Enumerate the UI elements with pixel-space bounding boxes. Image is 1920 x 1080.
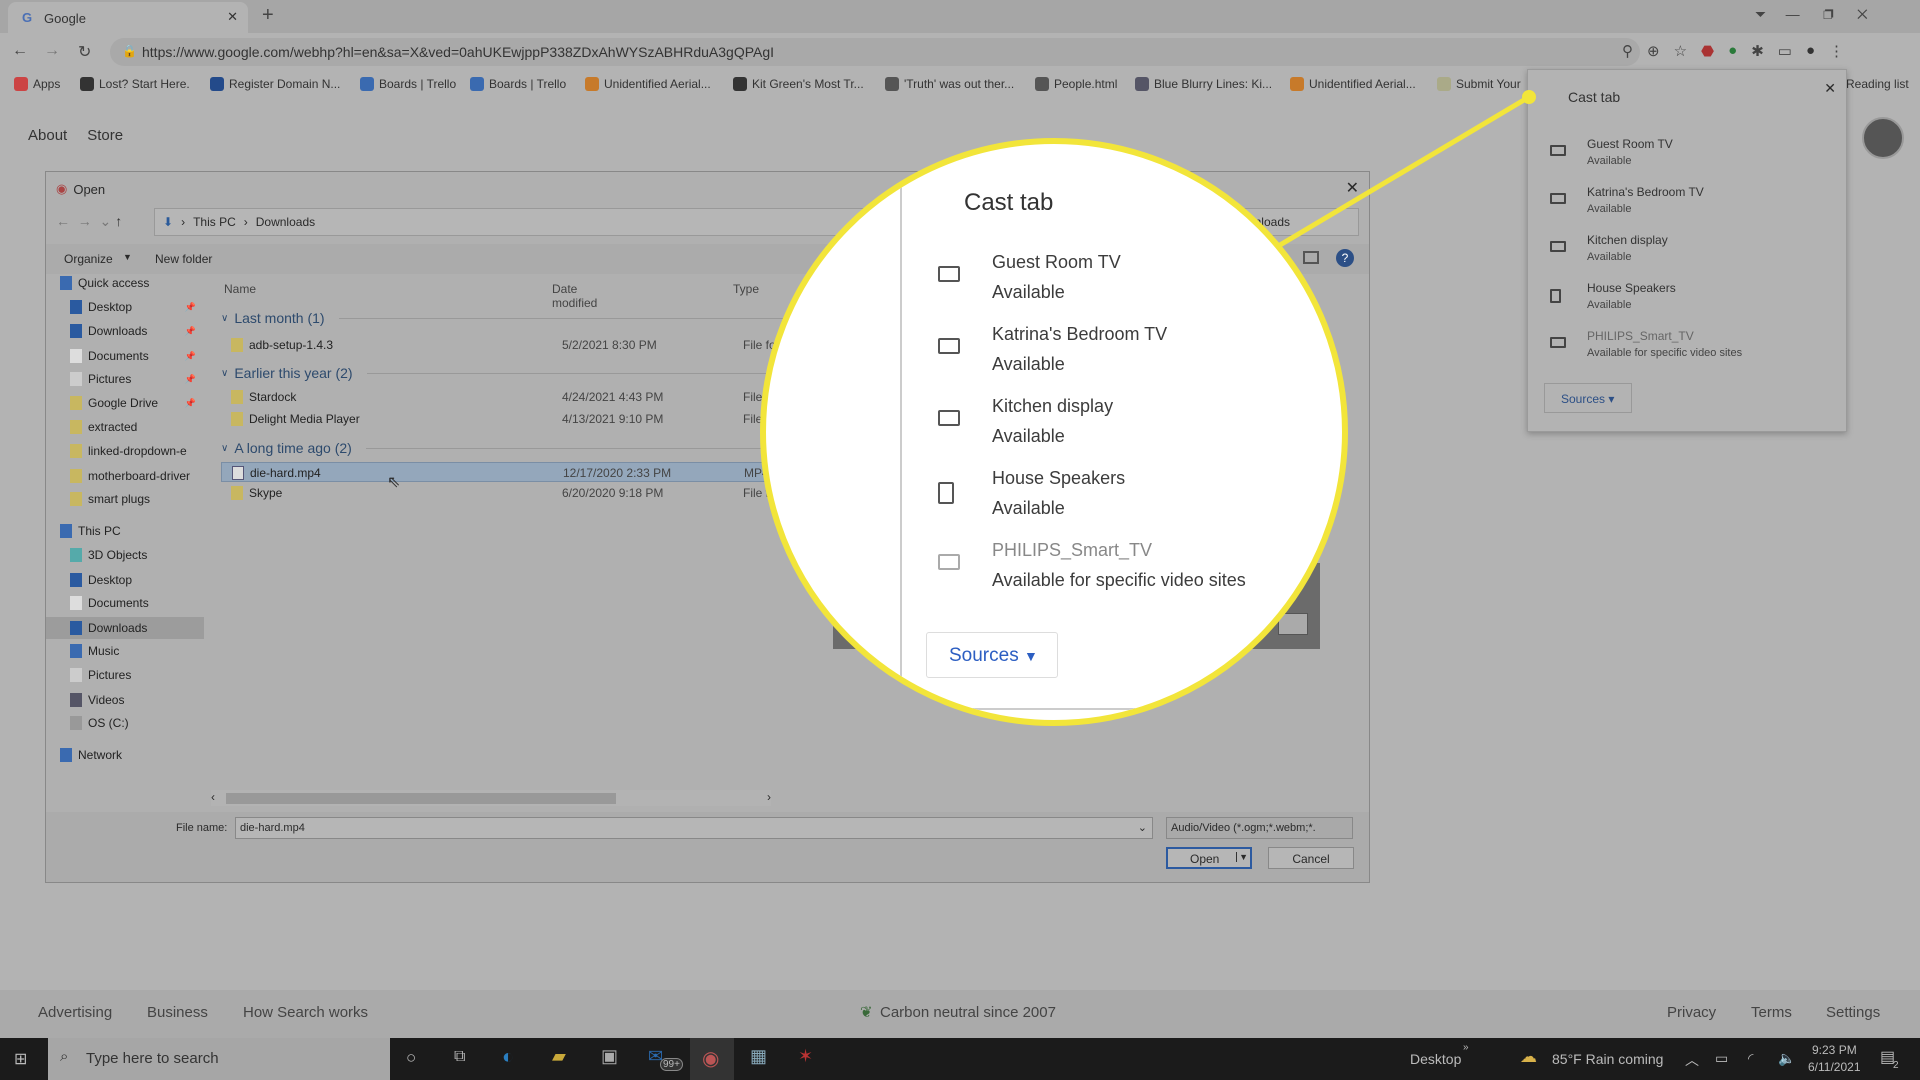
bookmark-label: Lost? Start Here. — [99, 77, 190, 91]
clock-time[interactable]: 9:23 PM — [1812, 1043, 1857, 1057]
device-name: Katrina's Bedroom TV — [992, 324, 1168, 344]
bookmark[interactable]: 'Truth' was out ther... — [885, 70, 1014, 98]
business-link[interactable]: Business — [147, 1004, 208, 1021]
bookmark[interactable]: Unidentified Aerial... — [1290, 70, 1416, 98]
device-name: Kitchen display — [992, 396, 1114, 416]
bookmark-icon — [470, 77, 484, 91]
bookmark-label: Boards | Trello — [379, 77, 457, 91]
taskbar-search[interactable]: ⌕ Type here to search — [48, 1038, 390, 1080]
bookmark-label: Apps — [33, 77, 61, 91]
bookmark-label: People.html — [1054, 77, 1118, 91]
privacy-link[interactable]: Privacy — [1667, 1004, 1716, 1021]
clock-date[interactable]: 6/11/2021 — [1808, 1060, 1861, 1074]
bookmark-icon — [210, 77, 224, 91]
bookmark[interactable]: Lost? Start Here. — [80, 70, 190, 98]
magnified-cast-device[interactable]: House Speakers Available — [938, 468, 1125, 519]
bookmark-icon — [1437, 77, 1451, 91]
bookmark[interactable]: Submit Your — [1437, 70, 1521, 98]
tv-icon — [938, 554, 960, 570]
windows-start-icon[interactable]: ⊞ — [14, 1049, 27, 1069]
magnified-cast-title: Cast tab — [964, 189, 1054, 216]
file-explorer-icon[interactable]: ▰ — [552, 1046, 566, 1067]
bookmark-icon — [585, 77, 599, 91]
notification-count: 2 — [1893, 1060, 1899, 1071]
bookmark-icon — [733, 77, 747, 91]
search-placeholder: Type here to search — [86, 1050, 219, 1067]
bookmark-label: Submit Your — [1456, 77, 1521, 91]
leaf-icon: ❦ — [860, 1004, 873, 1021]
device-status: Available — [992, 354, 1065, 374]
speaker-group-icon — [938, 482, 954, 504]
terms-link[interactable]: Terms — [1751, 1004, 1792, 1021]
volume-muted-icon[interactable]: 🔈 — [1778, 1050, 1795, 1067]
device-status: Available — [992, 282, 1065, 302]
task-view-icon[interactable]: ⧉ — [454, 1048, 465, 1066]
device-name: Guest Room TV — [992, 252, 1121, 272]
bookmark[interactable]: Blue Blurry Lines: Ki... — [1135, 70, 1272, 98]
tray-chevron-icon[interactable]: ︿ — [1685, 1050, 1699, 1070]
device-status: Available — [992, 498, 1065, 518]
advertising-link[interactable]: Advertising — [38, 1004, 112, 1021]
bookmark-label: Register Domain N... — [229, 77, 341, 91]
bookmark-icon — [885, 77, 899, 91]
tv-icon — [938, 338, 960, 354]
bookmark-icon — [360, 77, 374, 91]
tv-icon — [938, 266, 960, 282]
bookmark-icon — [1035, 77, 1049, 91]
bookmark-icon — [80, 77, 94, 91]
magnified-cast-device[interactable]: PHILIPS_Smart_TV Available for specific v… — [938, 540, 1246, 591]
bookmark-icon — [14, 77, 28, 91]
cortana-icon[interactable]: ○ — [406, 1048, 416, 1068]
search-icon: ⌕ — [60, 1048, 69, 1065]
bookmark[interactable]: Unidentified Aerial... — [585, 70, 711, 98]
device-status: Available for specific video sites — [992, 570, 1246, 590]
bookmark[interactable]: People.html — [1035, 70, 1117, 98]
magnified-cast-device[interactable]: Guest Room TV Available — [938, 252, 1121, 303]
bookmark[interactable]: Register Domain N... — [210, 70, 340, 98]
magnified-cast-device[interactable]: Katrina's Bedroom TV Available — [938, 324, 1167, 375]
device-name: PHILIPS_Smart_TV — [992, 540, 1153, 560]
calculator-icon[interactable]: ▦ — [750, 1046, 767, 1067]
desktop-toolbar[interactable]: Desktop — [1410, 1051, 1461, 1067]
settings-link[interactable]: Settings — [1826, 1004, 1880, 1021]
tv-icon — [938, 410, 960, 426]
weather-widget[interactable]: 85°F Rain coming — [1552, 1051, 1663, 1067]
magnified-sources-label: Sources — [949, 645, 1019, 666]
callout-dot — [1522, 90, 1536, 104]
mail-badge: 99+ — [660, 1058, 683, 1071]
bookmark-label: Boards | Trello — [489, 77, 567, 91]
weather-icon: ☁ — [1520, 1047, 1537, 1066]
store-icon[interactable]: ▣ — [601, 1046, 618, 1067]
bookmark-icon — [1290, 77, 1304, 91]
bookmark-label: Kit Green's Most Tr... — [752, 77, 864, 91]
magnified-cast-popup: Cast tab Guest Room TV Available Katrina's… — [760, 138, 1348, 726]
chrome-icon: ◉ — [702, 1048, 720, 1070]
chrome-taskbar-button[interactable]: ◉ — [690, 1038, 734, 1080]
bookmark[interactable]: Boards | Trello — [360, 70, 456, 98]
edge-icon[interactable]: ◐ — [502, 1046, 514, 1069]
magnified-sources-button[interactable]: Sources ▼ — [926, 632, 1058, 678]
bookmark[interactable]: Boards | Trello — [470, 70, 566, 98]
device-name: House Speakers — [992, 468, 1126, 488]
battery-icon[interactable]: ▭ — [1715, 1050, 1728, 1067]
page-footer: Advertising Business How Search works ❦ … — [0, 990, 1920, 1038]
how-search-works-link[interactable]: How Search works — [243, 1004, 368, 1021]
app-icon[interactable]: ✶ — [798, 1046, 813, 1067]
wifi-icon[interactable]: ◜ — [1748, 1050, 1753, 1067]
taskbar: ⊞ ⌕ Type here to search ○ ⧉ ◐ ▰ ▣ ✉ 99+ ◉… — [0, 1038, 1920, 1080]
device-status: Available — [992, 426, 1065, 446]
bookmark-label: Unidentified Aerial... — [1309, 77, 1416, 91]
bookmark-label: 'Truth' was out ther... — [904, 77, 1015, 91]
bookmark-icon — [1135, 77, 1149, 91]
bookmark[interactable]: Apps — [14, 70, 60, 98]
carbon-neutral-link[interactable]: Carbon neutral since 2007 — [880, 1004, 1056, 1021]
bookmark[interactable]: Kit Green's Most Tr... — [733, 70, 864, 98]
bookmark-label: Unidentified Aerial... — [604, 77, 711, 91]
magnified-cast-device[interactable]: Kitchen display Available — [938, 396, 1113, 447]
bookmark-label: Blue Blurry Lines: Ki... — [1154, 77, 1273, 91]
